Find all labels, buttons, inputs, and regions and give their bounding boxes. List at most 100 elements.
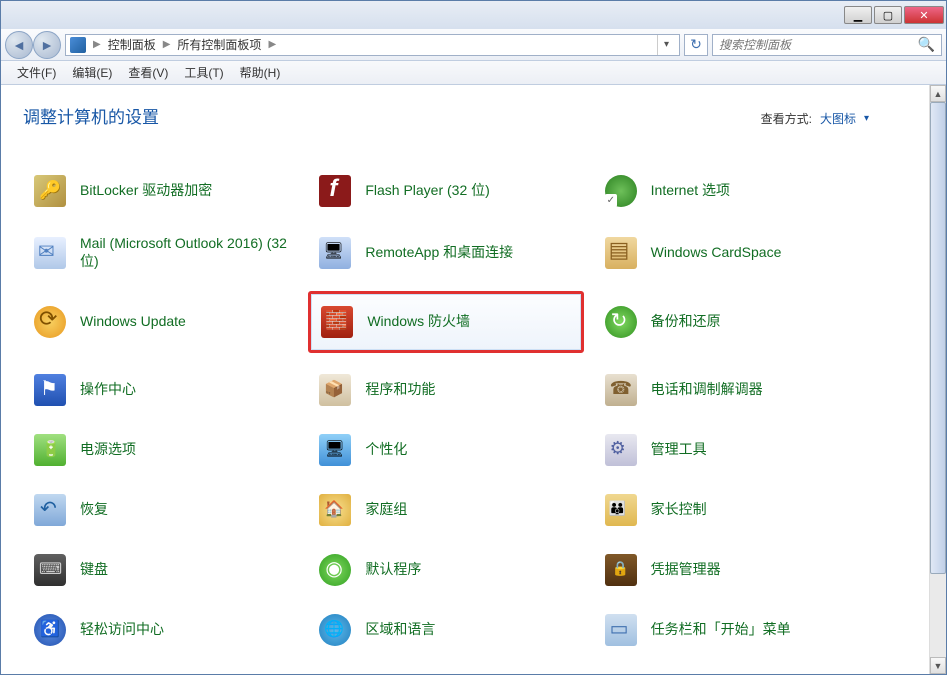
menu-file[interactable]: 文件(F) <box>9 62 64 83</box>
search-input[interactable] <box>719 38 918 52</box>
item-update[interactable]: Windows Update <box>23 291 298 353</box>
content-inner: 调整计算机的设置 查看方式: 大图标 ▾ BitLocker 驱动器加密 Flas… <box>1 85 929 674</box>
scroll-track[interactable] <box>930 102 946 657</box>
item-admin-tools-label: 管理工具 <box>651 441 707 459</box>
item-action-center-icon <box>34 374 66 406</box>
item-programs[interactable]: 程序和功能 <box>308 367 583 413</box>
item-personalization[interactable]: 个性化 <box>308 427 583 473</box>
breadcrumb-sep-icon: ▶ <box>160 39 174 50</box>
menu-view[interactable]: 查看(V) <box>120 62 176 83</box>
menu-tools[interactable]: 工具(T) <box>176 62 231 83</box>
breadcrumb-sep-icon: ▶ <box>90 39 104 50</box>
item-parental-label: 家长控制 <box>651 501 707 519</box>
address-bar[interactable]: ▶ 控制面板 ▶ 所有控制面板项 ▶ ▾ <box>65 34 680 56</box>
search-box[interactable]: 🔍 <box>712 34 942 56</box>
scroll-up-button[interactable]: ▲ <box>930 85 946 102</box>
item-power[interactable]: 电源选项 <box>23 427 298 473</box>
menu-help[interactable]: 帮助(H) <box>232 62 289 83</box>
item-keyboard[interactable]: 键盘 <box>23 547 298 593</box>
item-taskbar-label: 任务栏和「开始」菜单 <box>651 621 791 639</box>
item-credentials-label: 凭据管理器 <box>651 561 721 579</box>
item-backup[interactable]: 备份和还原 <box>594 291 869 353</box>
nav-arrows: ◄ ► <box>5 31 61 59</box>
item-internet-icon <box>605 175 637 207</box>
item-personalization-icon <box>319 434 351 466</box>
item-default-programs-label: 默认程序 <box>365 561 421 579</box>
titlebar: ▁ ▢ ✕ <box>1 1 946 29</box>
item-internet[interactable]: Internet 选项 <box>594 168 869 214</box>
item-region-icon <box>319 614 351 646</box>
item-device-manager[interactable]: 设备管理器 <box>594 667 869 674</box>
menu-edit[interactable]: 编辑(E) <box>64 62 120 83</box>
view-mode-selector[interactable]: 查看方式: 大图标 ▾ <box>761 110 869 127</box>
item-power-icon <box>34 434 66 466</box>
item-homegroup[interactable]: 家庭组 <box>308 487 583 533</box>
item-mail-icon <box>34 237 66 269</box>
item-parental[interactable]: 家长控制 <box>594 487 869 533</box>
scroll-thumb[interactable] <box>930 102 946 574</box>
item-recovery[interactable]: 恢复 <box>23 487 298 533</box>
item-getting-started[interactable]: 入门 <box>308 667 583 674</box>
breadcrumb-all-items[interactable]: 所有控制面板项 <box>177 36 261 53</box>
item-power-label: 电源选项 <box>80 441 136 459</box>
item-default-programs[interactable]: 默认程序 <box>308 547 583 593</box>
view-mode-value[interactable]: 大图标 <box>820 110 856 127</box>
item-firewall[interactable]: Windows 防火墙 <box>308 291 583 353</box>
item-cardspace-label: Windows CardSpace <box>651 244 782 262</box>
scrollbar[interactable]: ▲ ▼ <box>929 85 946 674</box>
back-button[interactable]: ◄ <box>5 31 33 59</box>
menu-bar: 文件(F) 编辑(E) 查看(V) 工具(T) 帮助(H) <box>1 61 946 85</box>
item-bitlocker[interactable]: BitLocker 驱动器加密 <box>23 168 298 214</box>
view-mode-label: 查看方式: <box>761 110 812 127</box>
item-region-label: 区域和语言 <box>365 621 435 639</box>
item-flash[interactable]: Flash Player (32 位) <box>308 168 583 214</box>
chevron-down-icon[interactable]: ▾ <box>864 113 869 124</box>
item-action-center[interactable]: 操作中心 <box>23 367 298 413</box>
item-phone-label: 电话和调制解调器 <box>651 381 763 399</box>
item-default-programs-icon <box>319 554 351 586</box>
scroll-down-button[interactable]: ▼ <box>930 657 946 674</box>
item-bitlocker-label: BitLocker 驱动器加密 <box>80 182 212 200</box>
item-phone-icon <box>605 374 637 406</box>
item-ease-of-access-icon <box>34 614 66 646</box>
item-mail-label: Mail (Microsoft Outlook 2016) (32 位) <box>80 235 287 270</box>
search-icon[interactable]: 🔍 <box>918 36 935 53</box>
item-credentials[interactable]: 凭据管理器 <box>594 547 869 593</box>
item-recovery-icon <box>34 494 66 526</box>
item-backup-icon <box>605 306 637 338</box>
close-button[interactable]: ✕ <box>904 6 944 24</box>
item-cardspace[interactable]: Windows CardSpace <box>594 228 869 277</box>
item-mail[interactable]: Mail (Microsoft Outlook 2016) (32 位) <box>23 228 298 277</box>
header-row: 调整计算机的设置 查看方式: 大图标 ▾ <box>23 103 869 128</box>
item-internet-label: Internet 选项 <box>651 182 730 200</box>
breadcrumb-control-panel[interactable]: 控制面板 <box>108 36 156 53</box>
address-dropdown-button[interactable]: ▾ <box>657 35 675 55</box>
item-firewall-icon <box>321 306 353 338</box>
item-homegroup-icon <box>319 494 351 526</box>
item-action-center-label: 操作中心 <box>80 381 136 399</box>
item-phone[interactable]: 电话和调制解调器 <box>594 367 869 413</box>
item-admin-tools-icon <box>605 434 637 466</box>
item-flash-label: Flash Player (32 位) <box>365 182 489 200</box>
refresh-button[interactable]: ↻ <box>684 34 708 56</box>
item-keyboard-icon <box>34 554 66 586</box>
control-panel-icon <box>70 37 86 53</box>
item-bitlocker-icon <box>34 175 66 207</box>
item-taskbar[interactable]: 任务栏和「开始」菜单 <box>594 607 869 653</box>
content-area: 调整计算机的设置 查看方式: 大图标 ▾ BitLocker 驱动器加密 Flas… <box>1 85 946 674</box>
item-programs-label: 程序和功能 <box>365 381 435 399</box>
item-remote-label: RemoteApp 和桌面连接 <box>365 244 513 262</box>
item-ease-of-access[interactable]: 轻松访问中心 <box>23 607 298 653</box>
item-parental-icon <box>605 494 637 526</box>
item-admin-tools[interactable]: 管理工具 <box>594 427 869 473</box>
item-keyboard-label: 键盘 <box>80 561 108 579</box>
item-region[interactable]: 区域和语言 <box>308 607 583 653</box>
item-recovery-label: 恢复 <box>80 501 108 519</box>
item-datetime[interactable]: 日期和时间 <box>23 667 298 674</box>
forward-button[interactable]: ► <box>33 31 61 59</box>
minimize-button[interactable]: ▁ <box>844 6 872 24</box>
control-panel-window: ▁ ▢ ✕ ◄ ► ▶ 控制面板 ▶ 所有控制面板项 ▶ ▾ ↻ 🔍 文件(F)… <box>0 0 947 675</box>
maximize-button[interactable]: ▢ <box>874 6 902 24</box>
item-cardspace-icon <box>605 237 637 269</box>
item-remote[interactable]: RemoteApp 和桌面连接 <box>308 228 583 277</box>
